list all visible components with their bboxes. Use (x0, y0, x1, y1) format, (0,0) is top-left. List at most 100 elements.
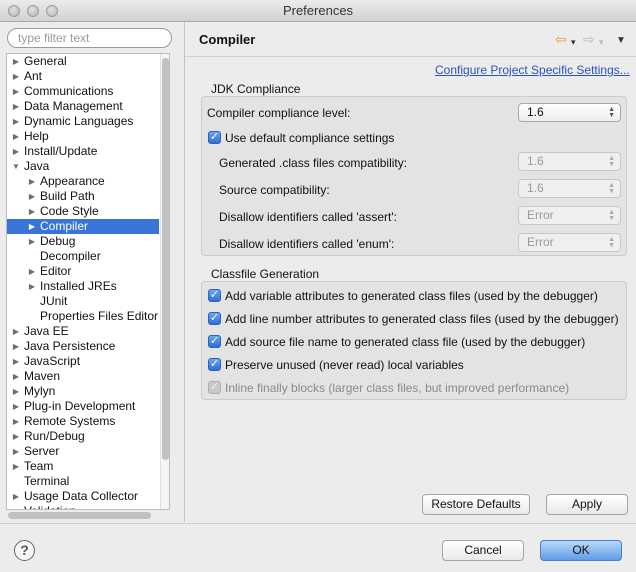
filter-input[interactable] (7, 28, 172, 48)
restore-defaults-button[interactable]: Restore Defaults (422, 494, 530, 515)
compliance-level-select[interactable]: 1.6 ▲ ▼ (518, 103, 621, 122)
expanded-triangle-icon[interactable]: ▼ (11, 159, 21, 174)
tree-item[interactable]: ▶ General (7, 54, 159, 69)
collapsed-triangle-icon[interactable]: ▶ (11, 444, 21, 459)
tree-item-label: Help (24, 129, 49, 143)
collapsed-triangle-icon[interactable]: ▶ (11, 99, 21, 114)
tree-item[interactable]: ▶ Installed JREs (7, 279, 159, 294)
tree-item[interactable]: ▶ Remote Systems (7, 414, 159, 429)
tree-vertical-scroll-thumb[interactable] (162, 58, 169, 460)
collapsed-triangle-icon[interactable]: ▶ (11, 399, 21, 414)
tree-item[interactable]: ▶ Help (7, 129, 159, 144)
collapsed-triangle-icon[interactable]: ▶ (11, 324, 21, 339)
tree-item[interactable]: ▶ Team (7, 459, 159, 474)
tree-item[interactable]: JUnit (7, 294, 159, 309)
zoom-window-icon[interactable] (46, 5, 58, 17)
tree-item-label: Terminal (24, 474, 70, 488)
variable-attributes-label: Add variable attributes to generated cla… (225, 289, 598, 303)
enum-identifier-value: Error (527, 235, 554, 249)
tree-item[interactable]: ▶ Dynamic Languages (7, 114, 159, 129)
collapsed-triangle-icon[interactable]: ▶ (11, 54, 21, 69)
default-compliance-checkbox[interactable]: ✓ (208, 131, 221, 144)
help-icon[interactable]: ? (14, 540, 35, 561)
checkmark-icon: ✓ (209, 358, 220, 370)
collapsed-triangle-icon[interactable]: ▶ (11, 144, 21, 159)
collapsed-triangle-icon[interactable]: ▶ (11, 339, 21, 354)
tree-item-label: Usage Data Collector (24, 489, 139, 503)
tree-item-label: JavaScript (24, 354, 81, 368)
tree-item[interactable]: Validation (7, 504, 159, 509)
collapsed-triangle-icon[interactable]: ▶ (11, 354, 21, 369)
cancel-button[interactable]: Cancel (442, 540, 524, 561)
tree-item[interactable]: ▶ Java EE (7, 324, 159, 339)
tree-item[interactable]: ▶ Editor (7, 264, 159, 279)
line-number-attributes-checkbox[interactable]: ✓ (208, 312, 221, 325)
tree-item[interactable]: ▶ Java Persistence (7, 339, 159, 354)
collapsed-triangle-icon[interactable]: ▶ (11, 459, 21, 474)
jdk-compliance-title: JDK Compliance (211, 82, 301, 96)
tree-item[interactable]: ▶ JavaScript (7, 354, 159, 369)
ok-button[interactable]: OK (540, 540, 622, 561)
collapsed-triangle-icon[interactable]: ▶ (11, 414, 21, 429)
source-file-name-checkbox[interactable]: ✓ (208, 335, 221, 348)
back-dropdown-icon[interactable]: ▾ (571, 35, 576, 49)
collapsed-triangle-icon[interactable]: ▶ (27, 189, 37, 204)
tree-item[interactable]: ▼ Java (7, 159, 159, 174)
tree-item[interactable]: ▶ Usage Data Collector (7, 489, 159, 504)
tree-item[interactable]: Decompiler (7, 249, 159, 264)
tree-item-label: Install/Update (24, 144, 98, 158)
close-window-icon[interactable] (8, 5, 20, 17)
checkmark-icon: ✓ (209, 289, 220, 301)
tree-item[interactable]: ▶ Server (7, 444, 159, 459)
tree-horizontal-scrollbar[interactable] (8, 511, 153, 520)
minimize-window-icon[interactable] (27, 5, 39, 17)
tree-item[interactable]: ▶ Debug (7, 234, 159, 249)
collapsed-triangle-icon[interactable]: ▶ (11, 84, 21, 99)
view-menu-icon[interactable]: ▼ (616, 34, 626, 48)
tree-item[interactable]: ▶ Build Path (7, 189, 159, 204)
tree-item[interactable]: ▶ Code Style (7, 204, 159, 219)
collapsed-triangle-icon[interactable]: ▶ (27, 204, 37, 219)
tree-item[interactable]: ▶ Install/Update (7, 144, 159, 159)
tree-item[interactable]: Terminal (7, 474, 159, 489)
tree-item-label: Debug (40, 234, 76, 248)
tree-item[interactable]: ▶ Appearance (7, 174, 159, 189)
classfile-generation-title: Classfile Generation (211, 267, 320, 281)
collapsed-triangle-icon[interactable]: ▶ (11, 429, 21, 444)
preserve-unused-checkbox[interactable]: ✓ (208, 358, 221, 371)
collapsed-triangle-icon[interactable]: ▶ (27, 264, 37, 279)
generated-class-value: 1.6 (527, 154, 544, 168)
select-arrows-icon: ▲ ▼ (608, 106, 615, 119)
collapsed-triangle-icon[interactable]: ▶ (11, 369, 21, 384)
collapsed-triangle-icon[interactable]: ▶ (11, 114, 21, 129)
tree-item[interactable]: ▶ Run/Debug (7, 429, 159, 444)
collapsed-triangle-icon[interactable]: ▶ (11, 69, 21, 84)
tree-item[interactable]: ▶ Maven (7, 369, 159, 384)
tree-item-label: Team (24, 459, 54, 473)
collapsed-triangle-icon[interactable]: ▶ (27, 279, 37, 294)
tree-horizontal-scroll-thumb[interactable] (8, 512, 151, 519)
tree-vertical-scrollbar[interactable] (160, 54, 169, 509)
tree-item[interactable]: ▶ Plug-in Development (7, 399, 159, 414)
tree-item[interactable]: ▶ Data Management (7, 99, 159, 114)
collapsed-triangle-icon[interactable]: ▶ (27, 174, 37, 189)
variable-attributes-checkbox[interactable]: ✓ (208, 289, 221, 302)
collapsed-triangle-icon[interactable]: ▶ (11, 384, 21, 399)
source-compat-value: 1.6 (527, 181, 544, 195)
collapsed-triangle-icon[interactable]: ▶ (11, 129, 21, 144)
apply-button[interactable]: Apply (546, 494, 628, 515)
tree-item[interactable]: ▶ Ant (7, 69, 159, 84)
configure-project-settings-link[interactable]: Configure Project Specific Settings... (435, 63, 630, 77)
tree-item[interactable]: ▶ Communications (7, 84, 159, 99)
collapsed-triangle-icon[interactable]: ▶ (27, 234, 37, 249)
tree-item[interactable]: Properties Files Editor (7, 309, 159, 324)
checkmark-icon: ✓ (209, 312, 220, 324)
pane-divider[interactable] (184, 22, 185, 522)
collapsed-triangle-icon[interactable]: ▶ (27, 219, 37, 234)
tree-item[interactable]: ▶ Mylyn (7, 384, 159, 399)
back-arrow-icon[interactable]: ⇦ (555, 32, 567, 46)
collapsed-triangle-icon[interactable]: ▶ (11, 489, 21, 504)
tree-item[interactable]: ▶ Compiler (7, 219, 159, 234)
tree-item-label: JUnit (40, 294, 68, 308)
tree-item-label: Maven (24, 369, 61, 383)
